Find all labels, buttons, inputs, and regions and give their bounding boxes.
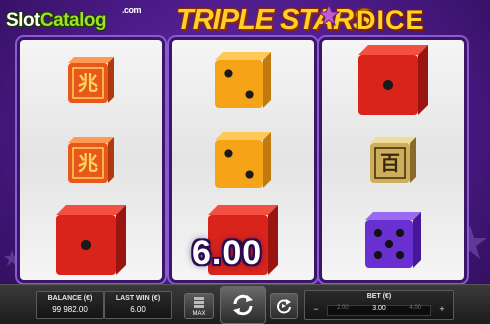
die-symbol <box>172 40 314 120</box>
symbol-glyph: 百 <box>380 151 400 175</box>
last-win-display: LAST WIN (€) 6.00 <box>104 291 172 319</box>
reel-3: 百 <box>322 40 464 280</box>
die-pip <box>395 250 405 260</box>
balance-display: BALANCE (€) 99 982.00 <box>36 291 104 319</box>
circular-arrow-icon <box>277 299 291 314</box>
die-pip <box>373 228 383 238</box>
die-pip <box>224 69 233 78</box>
die-symbol <box>20 200 162 280</box>
symbol-glyph: 兆 <box>78 151 98 175</box>
control-bar: BALANCE (€) 99 982.00 LAST WIN (€) 6.00 … <box>0 284 490 324</box>
die-pip <box>373 250 383 260</box>
dice-logo: DICE <box>356 5 425 35</box>
reel-1: 兆兆 <box>20 40 162 280</box>
triple-stars-logo: TRIPLE STARS <box>176 4 372 36</box>
balance-value: 99 982.00 <box>52 305 88 314</box>
die-1-icon <box>56 205 126 275</box>
coin-stack-icon <box>194 297 204 308</box>
glyph-block-icon: 兆 <box>68 137 114 183</box>
die-5-icon <box>365 212 421 268</box>
die-symbol <box>172 120 314 200</box>
bet-increase-button[interactable]: + <box>435 304 449 315</box>
refresh-arrows-icon <box>233 294 253 316</box>
glyph-block-symbol: 兆 <box>20 120 162 200</box>
die-1-icon <box>358 45 428 115</box>
die-2-icon <box>215 52 271 108</box>
slotcatalog-watermark: SlotCatalog .com <box>6 5 142 31</box>
die-pip <box>245 90 254 99</box>
balance-label: BALANCE (€) <box>47 295 93 302</box>
glyph-block-symbol: 兆 <box>20 40 162 120</box>
die-pip <box>384 239 394 249</box>
bet-next-value[interactable]: 4.00 <box>409 305 421 311</box>
glyph-block-icon: 百 <box>370 137 416 183</box>
game-header: SlotCatalog .com TRIPLE STARS DICE <box>0 0 490 40</box>
glyph-block-symbol: 百 <box>322 120 464 200</box>
last-win-label: LAST WIN (€) <box>115 295 161 302</box>
die-symbol <box>322 40 464 120</box>
die-pip <box>395 228 405 238</box>
die-pip <box>382 79 394 91</box>
bet-current-value: 3.00 <box>372 305 386 312</box>
max-bet-button[interactable]: MAX <box>184 293 214 319</box>
spin-button[interactable] <box>220 286 266 324</box>
bet-selector: BET (€) 2.00 3.00 4.00 − + <box>304 290 454 320</box>
max-label: MAX <box>192 311 206 317</box>
bet-label: BET (€) <box>366 293 392 300</box>
symbol-glyph: 兆 <box>78 71 98 95</box>
autoplay-button[interactable] <box>270 293 298 319</box>
die-symbol <box>322 200 464 280</box>
star-icon <box>318 4 340 26</box>
bet-decrease-button[interactable]: − <box>309 304 323 315</box>
die-pip <box>224 149 233 158</box>
last-win-value: 6.00 <box>130 305 146 314</box>
die-pip <box>80 239 92 251</box>
die-pip <box>245 170 254 179</box>
win-amount: 6.00 <box>192 234 263 272</box>
die-2-icon <box>215 132 271 188</box>
glyph-block-icon: 兆 <box>68 57 114 103</box>
